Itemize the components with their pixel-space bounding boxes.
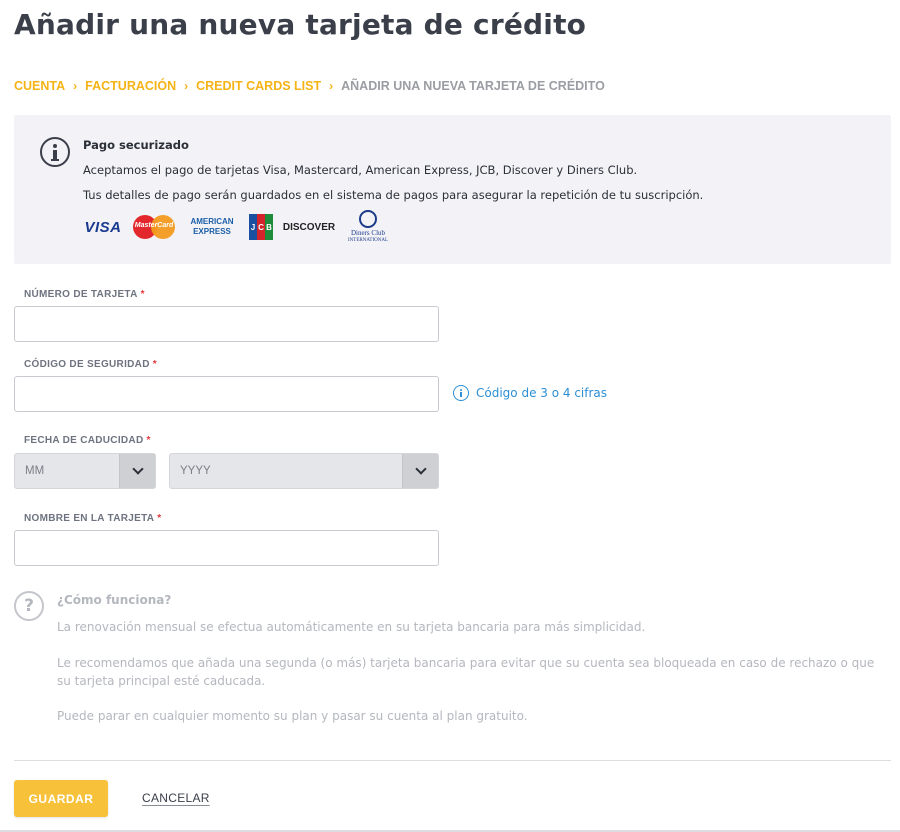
dropdown-toggle[interactable] — [402, 454, 438, 488]
save-button[interactable]: GUARDAR — [14, 780, 108, 817]
expiry-year-value: YYYY — [180, 465, 211, 477]
card-number-label: NÚMERO DE TARJETA * — [24, 289, 145, 300]
security-code-label: CÓDIGO DE SEGURIDAD * — [24, 359, 157, 370]
security-code-hint[interactable]: Código de 3 o 4 cifras — [453, 385, 607, 401]
dropdown-toggle[interactable] — [119, 454, 155, 488]
accepted-cards-text: Aceptamos el pago de tarjetas Visa, Mast… — [83, 163, 638, 177]
jcb-logo: J C B — [249, 214, 273, 240]
how-it-works-paragraph: La renovación mensual se efectua automát… — [57, 620, 646, 634]
expiry-month-value: MM — [25, 465, 45, 477]
how-it-works-paragraph: Le recomendamos que añada una segunda (o… — [57, 656, 875, 688]
visa-logo: VISA — [84, 218, 122, 236]
chevron-right-icon: › — [329, 79, 334, 93]
mastercard-logo: MasterCard — [133, 214, 175, 240]
how-it-works-title: ¿Cómo funciona? — [57, 593, 172, 607]
how-it-works-paragraph: Puede parar en cualquier momento su plan… — [57, 709, 528, 723]
info-circle-icon — [453, 385, 469, 401]
divider — [14, 760, 891, 761]
payment-storage-text: Tus detalles de pago serán guardados en … — [83, 188, 704, 202]
card-logos: VISA MasterCard AMERICAN EXPRESS J C B D… — [83, 209, 401, 245]
secure-payment-title: Pago securizado — [83, 138, 189, 152]
chevron-down-icon — [414, 463, 427, 475]
card-name-input[interactable] — [14, 530, 439, 566]
card-name-label: NOMBRE EN LA TARJETA * — [24, 513, 162, 524]
discover-logo: DISCOVER — [282, 221, 336, 233]
question-circle-icon: ? — [14, 591, 44, 621]
american-express-logo: AMERICAN EXPRESS — [190, 217, 234, 236]
chevron-right-icon: › — [184, 79, 189, 93]
expiry-month-select[interactable]: MM — [14, 453, 156, 489]
secure-payment-box: Pago securizado Aceptamos el pago de tar… — [14, 115, 891, 264]
security-code-hint-text: Código de 3 o 4 cifras — [476, 386, 608, 400]
breadcrumb-item-facturacion[interactable]: FACTURACIÓN — [85, 79, 176, 93]
breadcrumb-item-credit-cards-list[interactable]: CREDIT CARDS LIST — [196, 79, 321, 93]
diners-club-logo: Diners Club INTERNATIONAL — [345, 209, 391, 245]
expiry-date-label: FECHA DE CADUCIDAD * — [24, 435, 151, 446]
breadcrumb-item-cuenta[interactable]: CUENTA — [14, 79, 65, 93]
expiry-year-select[interactable]: YYYY — [169, 453, 439, 489]
breadcrumb-item-current: AÑADIR UNA NUEVA TARJETA DE CRÉDITO — [341, 79, 605, 93]
info-circle-icon — [40, 137, 70, 167]
card-number-input[interactable] — [14, 306, 439, 342]
chevron-down-icon — [131, 463, 144, 475]
page-title: Añadir una nueva tarjeta de crédito — [14, 8, 587, 41]
cancel-button[interactable]: CANCELAR — [142, 791, 210, 805]
breadcrumb: CUENTA › FACTURACIÓN › CREDIT CARDS LIST… — [14, 79, 605, 93]
chevron-right-icon: › — [73, 79, 78, 93]
security-code-input[interactable] — [14, 376, 439, 412]
